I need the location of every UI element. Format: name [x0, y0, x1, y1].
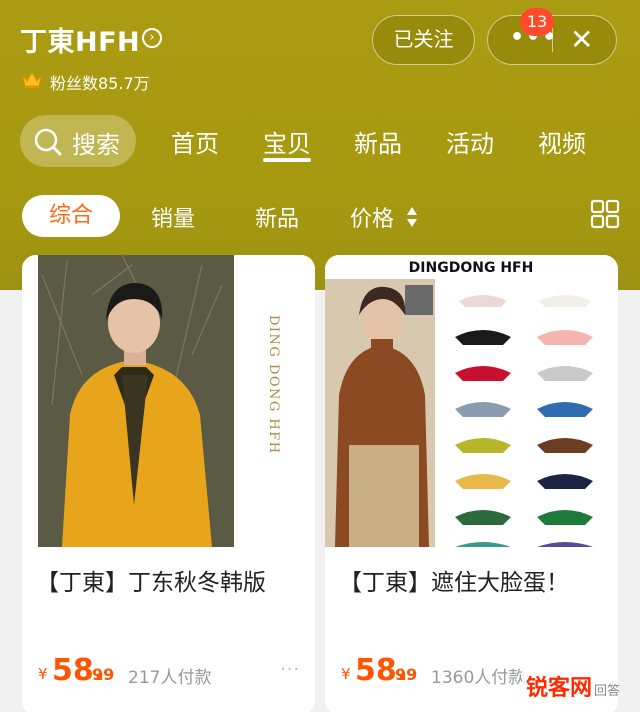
- active-tab-indicator: [263, 158, 311, 162]
- fans-count: 粉丝数85.7万: [50, 74, 150, 93]
- more-icon[interactable]: ···: [280, 659, 300, 680]
- sort-overall[interactable]: 综合: [22, 195, 120, 237]
- tab-new[interactable]: 新品: [354, 124, 402, 159]
- sort-price[interactable]: 价格: [350, 201, 394, 233]
- image-brand-text: DING DONG HFH: [266, 315, 281, 455]
- sort-arrows-icon: [407, 207, 417, 227]
- paid-count: 217人付款: [128, 668, 212, 688]
- product-title[interactable]: 【丁東】遮住大脸蛋！: [339, 563, 569, 597]
- price-symbol: ¥: [38, 665, 48, 683]
- tab-home[interactable]: 首页: [171, 124, 219, 159]
- chevron-right-icon[interactable]: ›: [142, 28, 162, 48]
- product-card[interactable]: DING DONG HFH 【丁東】丁东秋冬韩版 ¥ 58. 99 217人付款…: [22, 255, 315, 712]
- vertical-brand-text: DING DONG HFH: [266, 315, 281, 455]
- sort-sales[interactable]: 销量: [151, 201, 195, 233]
- grid-view-icon[interactable]: [590, 199, 620, 229]
- search-label: 搜索: [72, 131, 120, 159]
- tab-video[interactable]: 视频: [538, 124, 586, 159]
- search-icon: [34, 128, 62, 156]
- sort-new[interactable]: 新品: [255, 201, 299, 233]
- product-card[interactable]: DINGDONG HFH 【丁東】遮住大脸蛋！ ¥ 58. 99 1360人付款: [325, 255, 618, 712]
- image-brand-text: DINGDONG HFH: [409, 260, 534, 276]
- follow-button[interactable]: 已关注: [372, 15, 475, 65]
- search-button[interactable]: 搜索: [20, 115, 136, 167]
- watermark: 锐客网 回答: [522, 668, 638, 708]
- shop-header: 丁東HFH › 粉丝数85.7万 已关注 ••• ✕ 13 搜索 首页 宝贝 新…: [0, 0, 640, 290]
- product-image[interactable]: DING DONG HFH: [22, 255, 315, 547]
- watermark-caption: 回答: [594, 684, 621, 699]
- tab-activity[interactable]: 活动: [446, 124, 494, 159]
- shop-name[interactable]: 丁東HFH: [20, 20, 140, 59]
- paid-count: 1360人付款: [431, 668, 526, 688]
- product-image[interactable]: DINGDONG HFH: [325, 255, 618, 547]
- tab-products[interactable]: 宝贝: [263, 124, 311, 159]
- price-decimal: 99: [92, 665, 115, 684]
- watermark-logo: 锐客网: [522, 668, 597, 704]
- price-symbol: ¥: [341, 665, 351, 683]
- capsule-divider: [552, 28, 553, 52]
- crown-icon: [22, 72, 42, 88]
- price-decimal: 99: [395, 665, 418, 684]
- product-title[interactable]: 【丁東】丁东秋冬韩版: [36, 563, 266, 597]
- close-icon[interactable]: ✕: [570, 23, 593, 56]
- notification-badge: 13: [520, 8, 554, 36]
